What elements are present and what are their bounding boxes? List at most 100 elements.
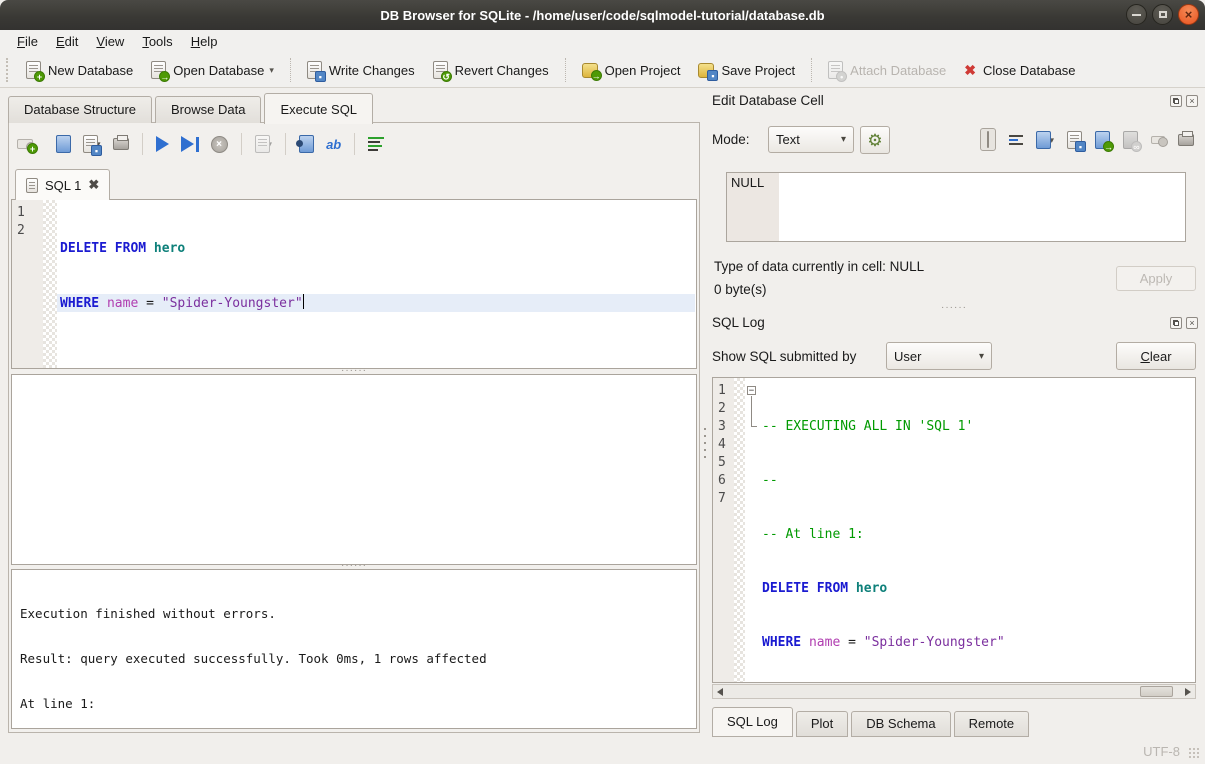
import-data-button[interactable]: ▾ [1036, 131, 1054, 149]
scroll-left-icon[interactable] [713, 685, 727, 698]
sql-document-icon [26, 178, 38, 193]
menu-tools[interactable]: Tools [133, 32, 181, 51]
cell-value-editor[interactable]: NULL [726, 172, 1186, 242]
clear-log-button[interactable]: Clear [1116, 342, 1196, 370]
cell-editor-toolbar: ▾ ▪ → ∞ [980, 128, 1194, 151]
open-database-button[interactable]: → Open Database ▾ [142, 56, 283, 84]
code-line-1: DELETE FROM hero [57, 240, 695, 258]
fold-collapse-icon[interactable]: − [747, 386, 756, 395]
mode-combobox[interactable]: Text ▾ [768, 126, 854, 153]
write-changes-button[interactable]: ▪ Write Changes [298, 56, 424, 84]
title-bar: DB Browser for SQLite - /home/user/code/… [0, 0, 1205, 30]
open-project-icon: → [582, 63, 598, 78]
code-line-2: WHERE name = "Spider-Youngster" [57, 294, 695, 312]
cell-type-info: Type of data currently in cell: NULL [714, 259, 924, 274]
sql-toolbar-separator [142, 133, 143, 155]
edit-cell-title: Edit Database Cell [712, 93, 824, 108]
cell-log-splitter[interactable]: ······ [712, 305, 1196, 311]
maximize-button[interactable] [1152, 4, 1173, 25]
sql-tab-close-icon[interactable]: ✖ [88, 177, 99, 193]
menu-view[interactable]: View [87, 32, 133, 51]
word-wrap-button[interactable] [1009, 135, 1023, 145]
minimize-button[interactable] [1126, 4, 1147, 25]
tab-sql-log[interactable]: SQL Log [712, 707, 793, 737]
tab-database-structure[interactable]: Database Structure [8, 96, 152, 123]
mode-label: Mode: [712, 132, 750, 147]
save-project-button[interactable]: ▪ Save Project [689, 58, 804, 83]
bottom-tab-bar: SQL Log Plot DB Schema Remote [712, 707, 1032, 737]
window-title: DB Browser for SQLite - /home/user/code/… [380, 8, 824, 23]
scrollbar-thumb[interactable] [1140, 686, 1173, 697]
find-replace-icon [299, 135, 314, 153]
toolbar-separator [565, 58, 566, 82]
open-external-button[interactable]: → [1095, 131, 1110, 149]
editor-code: DELETE FROM hero WHERE name = "Spider-Yo… [57, 204, 695, 348]
close-button[interactable]: × [1178, 4, 1199, 25]
close-database-button[interactable]: ✖ Close Database [955, 58, 1084, 83]
copy-link-button[interactable]: ∞ [1123, 131, 1138, 149]
menu-edit[interactable]: Edit [47, 32, 87, 51]
format-sql-button[interactable] [368, 137, 384, 151]
find-replace-button[interactable] [299, 135, 314, 153]
sql-document-tab[interactable]: SQL 1 ✖ [15, 169, 110, 200]
menu-help[interactable]: Help [182, 32, 227, 51]
open-sql-file-icon [56, 135, 71, 153]
main-splitter[interactable] [700, 88, 710, 733]
sql-log-view[interactable]: 1 2 3 4 5 6 7 − -- EXECUTING ALL IN 'SQL… [712, 377, 1196, 683]
close-icon: × [1185, 8, 1193, 21]
close-panel-icon[interactable]: × [1186, 95, 1198, 107]
tab-execute-sql[interactable]: Execute SQL [264, 93, 373, 124]
message-line: At line 1: [20, 696, 688, 711]
query-results-area[interactable] [11, 374, 697, 565]
word-wrap-icon: ab [326, 137, 341, 152]
execute-line-icon [181, 136, 194, 152]
open-project-button[interactable]: → Open Project [573, 58, 690, 83]
sql-log-title: SQL Log [712, 315, 765, 330]
log-line-numbers: 1 2 3 4 5 6 7 [713, 378, 734, 682]
log-horizontal-scrollbar[interactable] [712, 684, 1196, 699]
open-sql-file-button[interactable] [56, 135, 71, 153]
sql-editor[interactable]: 1 2 DELETE FROM hero WHERE name = "Spide… [11, 199, 697, 369]
revert-changes-button[interactable]: ↺ Revert Changes [424, 56, 558, 84]
tab-browse-data[interactable]: Browse Data [155, 96, 261, 123]
encoding-indicator: UTF-8 [1143, 744, 1180, 759]
open-new-tab-button[interactable]: + [17, 139, 44, 150]
scroll-right-icon[interactable] [1181, 685, 1195, 698]
tab-plot[interactable]: Plot [796, 711, 848, 737]
sql-toolbar-separator [354, 133, 355, 155]
tab-db-schema[interactable]: DB Schema [851, 711, 950, 737]
save-sql-file-button[interactable]: ▪ ▾ [83, 135, 101, 153]
close-database-icon: ✖ [964, 63, 976, 77]
float-panel-icon[interactable] [1170, 95, 1182, 107]
execute-all-button[interactable] [156, 136, 169, 152]
attach-database-button: • Attach Database [819, 56, 955, 84]
stop-icon: × [211, 136, 228, 153]
print-cell-button[interactable] [1178, 134, 1194, 146]
sql-toolbar: + ▪ ▾ × ▾ ab [17, 131, 384, 157]
open-database-icon: → [151, 61, 166, 79]
auto-complete-button[interactable]: ab [326, 137, 341, 152]
print-icon [113, 138, 129, 150]
float-panel-icon[interactable] [1170, 317, 1182, 329]
db-browser-window: { "window": { "title": "DB Browser for S… [0, 0, 1205, 764]
log-filter-label: Show SQL submitted by [712, 349, 856, 364]
resize-grip[interactable] [1188, 747, 1201, 760]
log-filter-combobox[interactable]: User ▾ [886, 342, 992, 370]
close-panel-icon[interactable]: × [1186, 317, 1198, 329]
sql-log-dock-buttons: × [1170, 317, 1198, 329]
menu-bar: File Edit View Tools Help [0, 30, 1205, 53]
execution-message-box[interactable]: Execution finished without errors. Resul… [11, 569, 697, 729]
new-database-button[interactable]: + New Database [17, 56, 142, 84]
auto-switch-mode-button[interactable]: ⚙ [860, 126, 890, 154]
log-hatch-margin [734, 378, 745, 682]
open-database-dropdown-icon[interactable]: ▾ [269, 65, 274, 79]
tab-remote[interactable]: Remote [954, 711, 1030, 737]
message-line: Execution finished without errors. [20, 606, 688, 621]
text-mode-button[interactable] [980, 128, 996, 151]
execute-current-line-button[interactable] [181, 136, 199, 152]
edit-cell-dock-buttons: × [1170, 95, 1198, 107]
menu-file[interactable]: File [8, 32, 47, 51]
toolbar-grip[interactable] [6, 58, 11, 82]
print-sql-button[interactable] [113, 138, 129, 150]
export-data-button[interactable]: ▪ [1067, 131, 1082, 149]
